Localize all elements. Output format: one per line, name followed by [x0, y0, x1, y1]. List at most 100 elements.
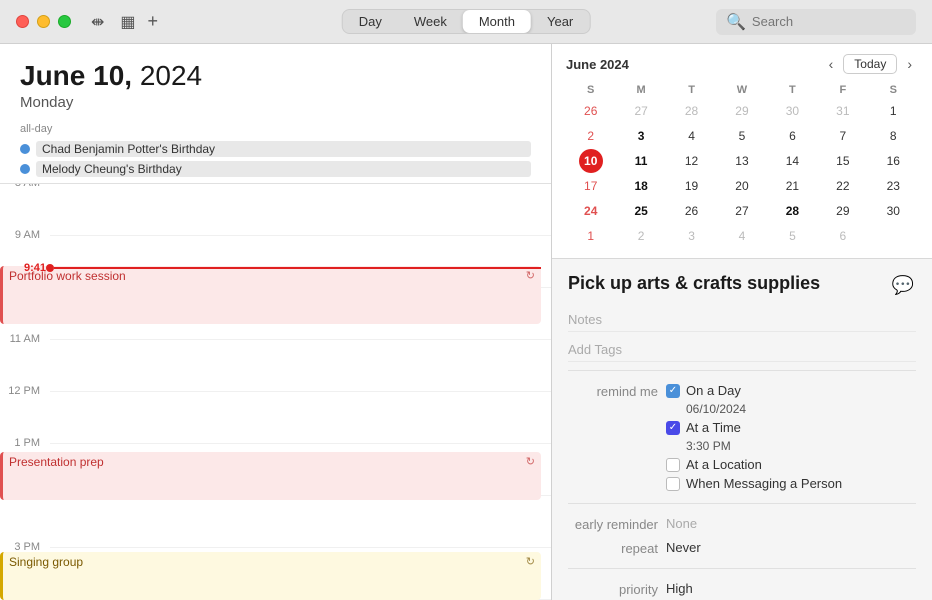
time-row-2pm: 2 PM	[50, 496, 551, 548]
note-icon[interactable]: 💬	[890, 273, 916, 298]
add-button[interactable]: +	[148, 11, 159, 32]
mini-cal-month-label: June 2024	[566, 57, 629, 72]
today-button[interactable]: Today	[843, 54, 897, 74]
priority-value[interactable]: High	[666, 581, 916, 596]
recur-icon: ↻	[526, 455, 535, 468]
cal-day[interactable]: 30	[780, 99, 804, 123]
titlebar-icons: ⇼ ▦	[91, 12, 136, 32]
event-portfolio[interactable]: ↻ Portfolio work session	[0, 266, 541, 324]
cal-day[interactable]: 15	[831, 149, 855, 173]
cal-day[interactable]: 8	[881, 124, 905, 148]
cal-day[interactable]: 3	[680, 224, 704, 248]
at-a-time-checkbox[interactable]: ✓	[666, 421, 680, 435]
sidebar-icon[interactable]: ⇼	[91, 12, 104, 32]
event-dot-icon	[20, 144, 30, 154]
current-time-label: 9:41	[0, 262, 46, 274]
prev-month-button[interactable]: ‹	[823, 54, 840, 74]
cal-day[interactable]: 18	[629, 174, 653, 198]
cal-day[interactable]: 27	[629, 99, 653, 123]
cal-day[interactable]: 2	[579, 124, 603, 148]
cal-day[interactable]: 3	[629, 124, 653, 148]
cal-day[interactable]: 23	[881, 174, 905, 198]
time-label: 12 PM	[0, 385, 46, 397]
at-a-time-value: 3:30 PM	[686, 439, 916, 453]
time-label: 9 AM	[0, 229, 46, 241]
view-day-button[interactable]: Day	[343, 10, 398, 33]
cal-day[interactable]: 7	[831, 124, 855, 148]
cal-day-today[interactable]: 10	[579, 149, 603, 173]
event-presentation[interactable]: ↻ Presentation prep	[0, 452, 541, 500]
cal-day[interactable]: 5	[730, 124, 754, 148]
cal-day[interactable]: 16	[881, 149, 905, 173]
date-title: June 10, 2024	[20, 60, 531, 92]
current-time-indicator: 9:41	[50, 262, 541, 274]
fullscreen-button[interactable]	[58, 15, 71, 28]
right-panel: June 2024 ‹ Today › S M T W T F S 26 27	[552, 44, 932, 600]
cal-day[interactable]: 21	[780, 174, 804, 198]
on-a-day-checkbox[interactable]: ✓	[666, 384, 680, 398]
view-week-button[interactable]: Week	[398, 10, 463, 33]
close-button[interactable]	[16, 15, 29, 28]
cal-day[interactable]: 28	[680, 99, 704, 123]
search-bar[interactable]: 🔍	[716, 9, 916, 35]
when-messaging-label: When Messaging a Person	[686, 476, 842, 491]
view-year-button[interactable]: Year	[531, 10, 589, 33]
all-day-event[interactable]: Chad Benjamin Potter's Birthday	[20, 139, 531, 159]
repeat-label: repeat	[568, 540, 658, 556]
cal-day[interactable]: 31	[831, 99, 855, 123]
cal-day[interactable]: 1	[579, 224, 603, 248]
when-messaging-option[interactable]: When Messaging a Person	[666, 476, 916, 491]
cal-day[interactable]: 22	[831, 174, 855, 198]
event-title: Presentation prep	[9, 455, 104, 469]
cal-day[interactable]: 11	[629, 149, 653, 173]
cal-day[interactable]: 4	[680, 124, 704, 148]
cal-day[interactable]: 2	[629, 224, 653, 248]
mini-cal-header: June 2024 ‹ Today ›	[566, 54, 918, 74]
cal-day[interactable]: 13	[730, 149, 754, 173]
cal-day[interactable]: 20	[730, 174, 754, 198]
cal-day[interactable]: 24	[579, 199, 603, 223]
remind-options: ✓ On a Day 06/10/2024 ✓ At a Time 3:30 P…	[666, 383, 916, 491]
time-row-11am: 11 AM	[50, 340, 551, 392]
current-time-line	[54, 267, 541, 269]
inbox-icon[interactable]: ▦	[120, 12, 135, 32]
cal-day[interactable]: 26	[680, 199, 704, 223]
dow-saturday: S	[869, 82, 918, 98]
cal-day[interactable]: 6	[780, 124, 804, 148]
time-grid: 8 AM 9 AM 10 AM 11 AM 12 PM 1 PM 2 PM 3 …	[0, 184, 551, 600]
cal-day[interactable]: 30	[881, 199, 905, 223]
on-a-day-option[interactable]: ✓ On a Day	[666, 383, 916, 398]
repeat-value[interactable]: Never	[666, 540, 916, 555]
on-a-day-date: 06/10/2024	[686, 402, 916, 416]
cal-day[interactable]: 19	[680, 174, 704, 198]
event-singing[interactable]: ↻ Singing group	[0, 552, 541, 600]
cal-day[interactable]: 14	[780, 149, 804, 173]
cal-day[interactable]: 5	[780, 224, 804, 248]
cal-day[interactable]: 26	[579, 99, 603, 123]
next-month-button[interactable]: ›	[901, 54, 918, 74]
tags-field[interactable]: Add Tags	[568, 338, 916, 362]
search-input[interactable]	[752, 14, 906, 29]
early-reminder-value[interactable]: None	[666, 516, 916, 531]
all-day-event-text: Melody Cheung's Birthday	[36, 161, 531, 177]
cal-day[interactable]: 4	[730, 224, 754, 248]
view-month-button[interactable]: Month	[463, 10, 531, 33]
cal-day[interactable]: 29	[730, 99, 754, 123]
notes-field[interactable]: Notes	[568, 308, 916, 332]
traffic-lights	[16, 15, 71, 28]
cal-day[interactable]: 25	[629, 199, 653, 223]
cal-day[interactable]: 17	[579, 174, 603, 198]
cal-day[interactable]: 27	[730, 199, 754, 223]
at-location-checkbox[interactable]	[666, 458, 680, 472]
at-location-option[interactable]: At a Location	[666, 457, 916, 472]
cal-day[interactable]: 12	[680, 149, 704, 173]
cal-day[interactable]: 6	[831, 224, 855, 248]
all-day-event[interactable]: Melody Cheung's Birthday	[20, 159, 531, 179]
when-messaging-checkbox[interactable]	[666, 477, 680, 491]
minimize-button[interactable]	[37, 15, 50, 28]
cal-day[interactable]: 29	[831, 199, 855, 223]
cal-day[interactable]: 28	[780, 199, 804, 223]
cal-day[interactable]: 1	[881, 99, 905, 123]
at-a-time-option[interactable]: ✓ At a Time	[666, 420, 916, 435]
cal-day[interactable]	[881, 224, 905, 248]
